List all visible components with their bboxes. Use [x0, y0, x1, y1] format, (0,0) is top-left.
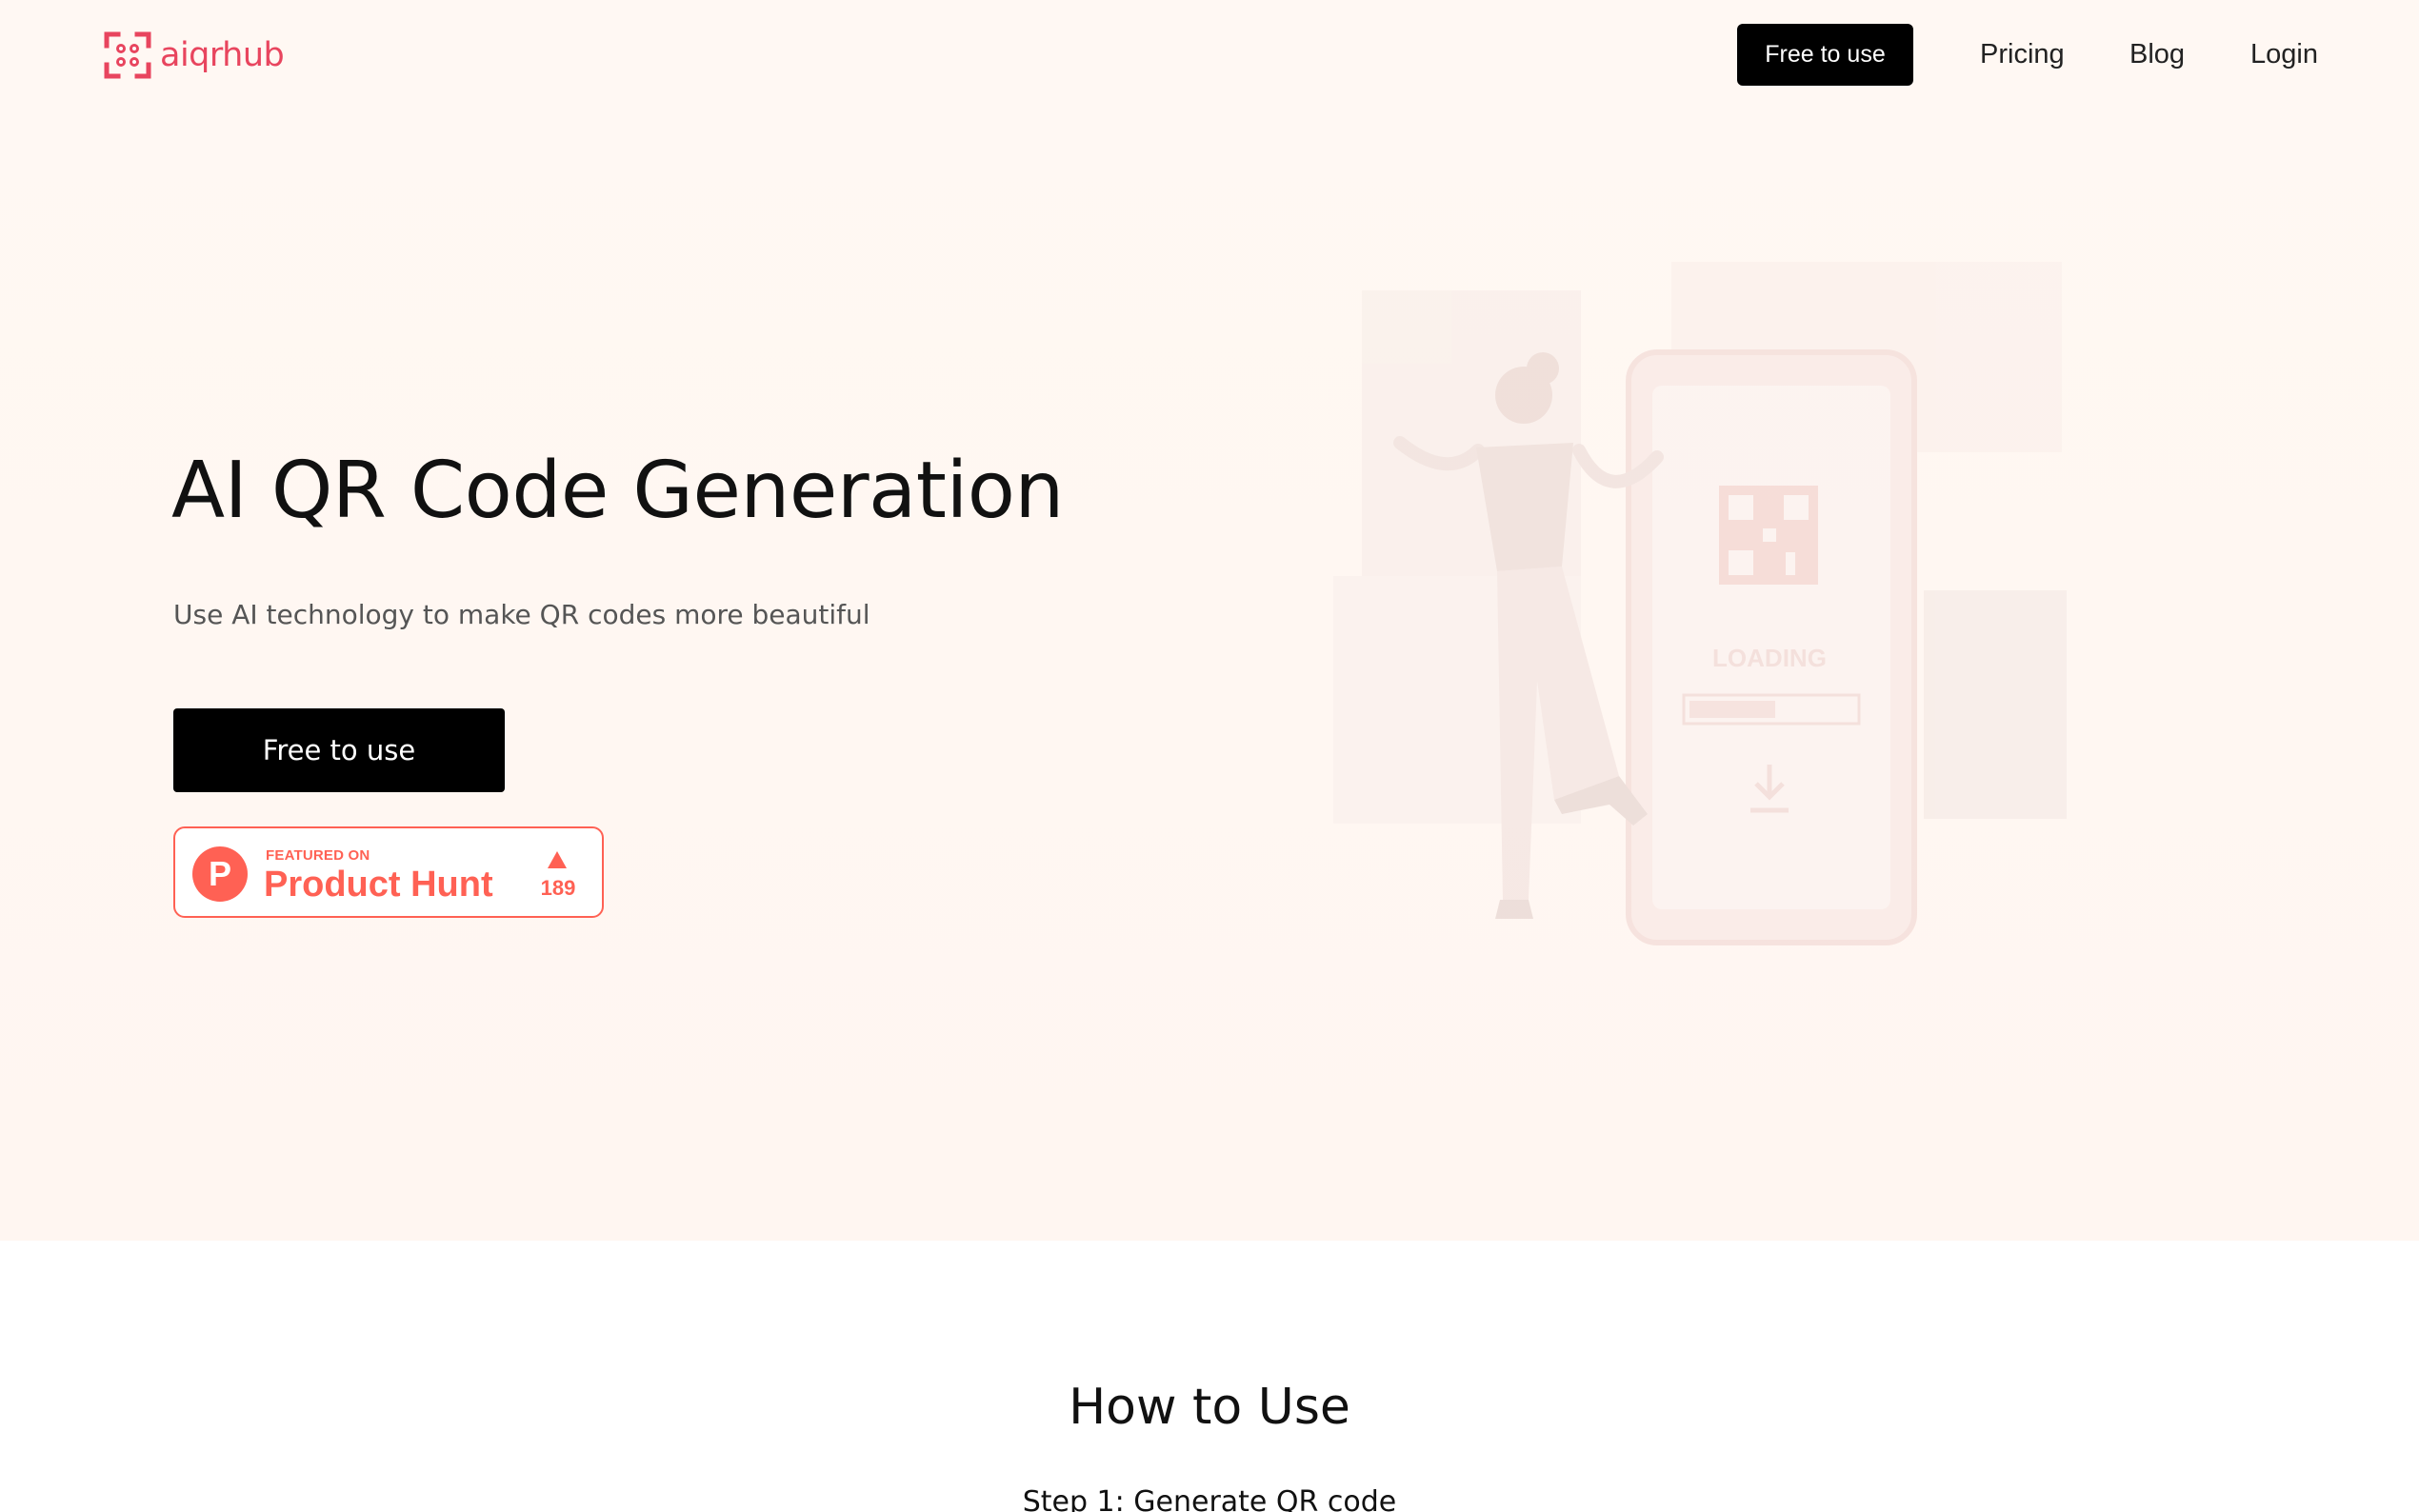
step-1-heading: Step 1: Generate QR code — [1022, 1485, 1397, 1512]
hero-free-to-use-button[interactable]: Free to use — [173, 708, 505, 792]
hero-subtitle: Use AI technology to make QR codes more … — [173, 599, 870, 630]
hero-section: aiqrhub Free to use Pricing Blog Login A… — [0, 0, 2419, 1241]
brand-logo[interactable]: aiqrhub — [103, 30, 285, 80]
nav-link-pricing[interactable]: Pricing — [1980, 34, 2065, 74]
qr-logo-icon — [104, 31, 151, 79]
nav-link-login[interactable]: Login — [2250, 34, 2318, 74]
nav-free-to-use-button[interactable]: Free to use — [1737, 24, 1913, 86]
page: aiqrhub Free to use Pricing Blog Login A… — [0, 0, 2419, 1512]
product-hunt-upvote-count: 189 — [540, 876, 576, 900]
upvote-arrow-icon — [548, 851, 567, 868]
product-hunt-logo-icon: P — [192, 846, 248, 902]
product-hunt-badge[interactable]: P FEATURED ON Product Hunt 189 — [173, 826, 604, 918]
nav-link-blog[interactable]: Blog — [2129, 34, 2185, 74]
illustration-loading-text: LOADING — [1712, 644, 1827, 672]
product-hunt-featured-label: FEATURED ON — [266, 847, 370, 864]
brand-name: aiqrhub — [160, 36, 285, 74]
woman-with-phone-loading-illustration: LOADING — [1333, 262, 2067, 945]
hero-title: AI QR Code Generation — [171, 446, 1064, 536]
how-to-use-heading: How to Use — [1069, 1379, 1350, 1436]
product-hunt-name: Product Hunt — [264, 865, 493, 905]
